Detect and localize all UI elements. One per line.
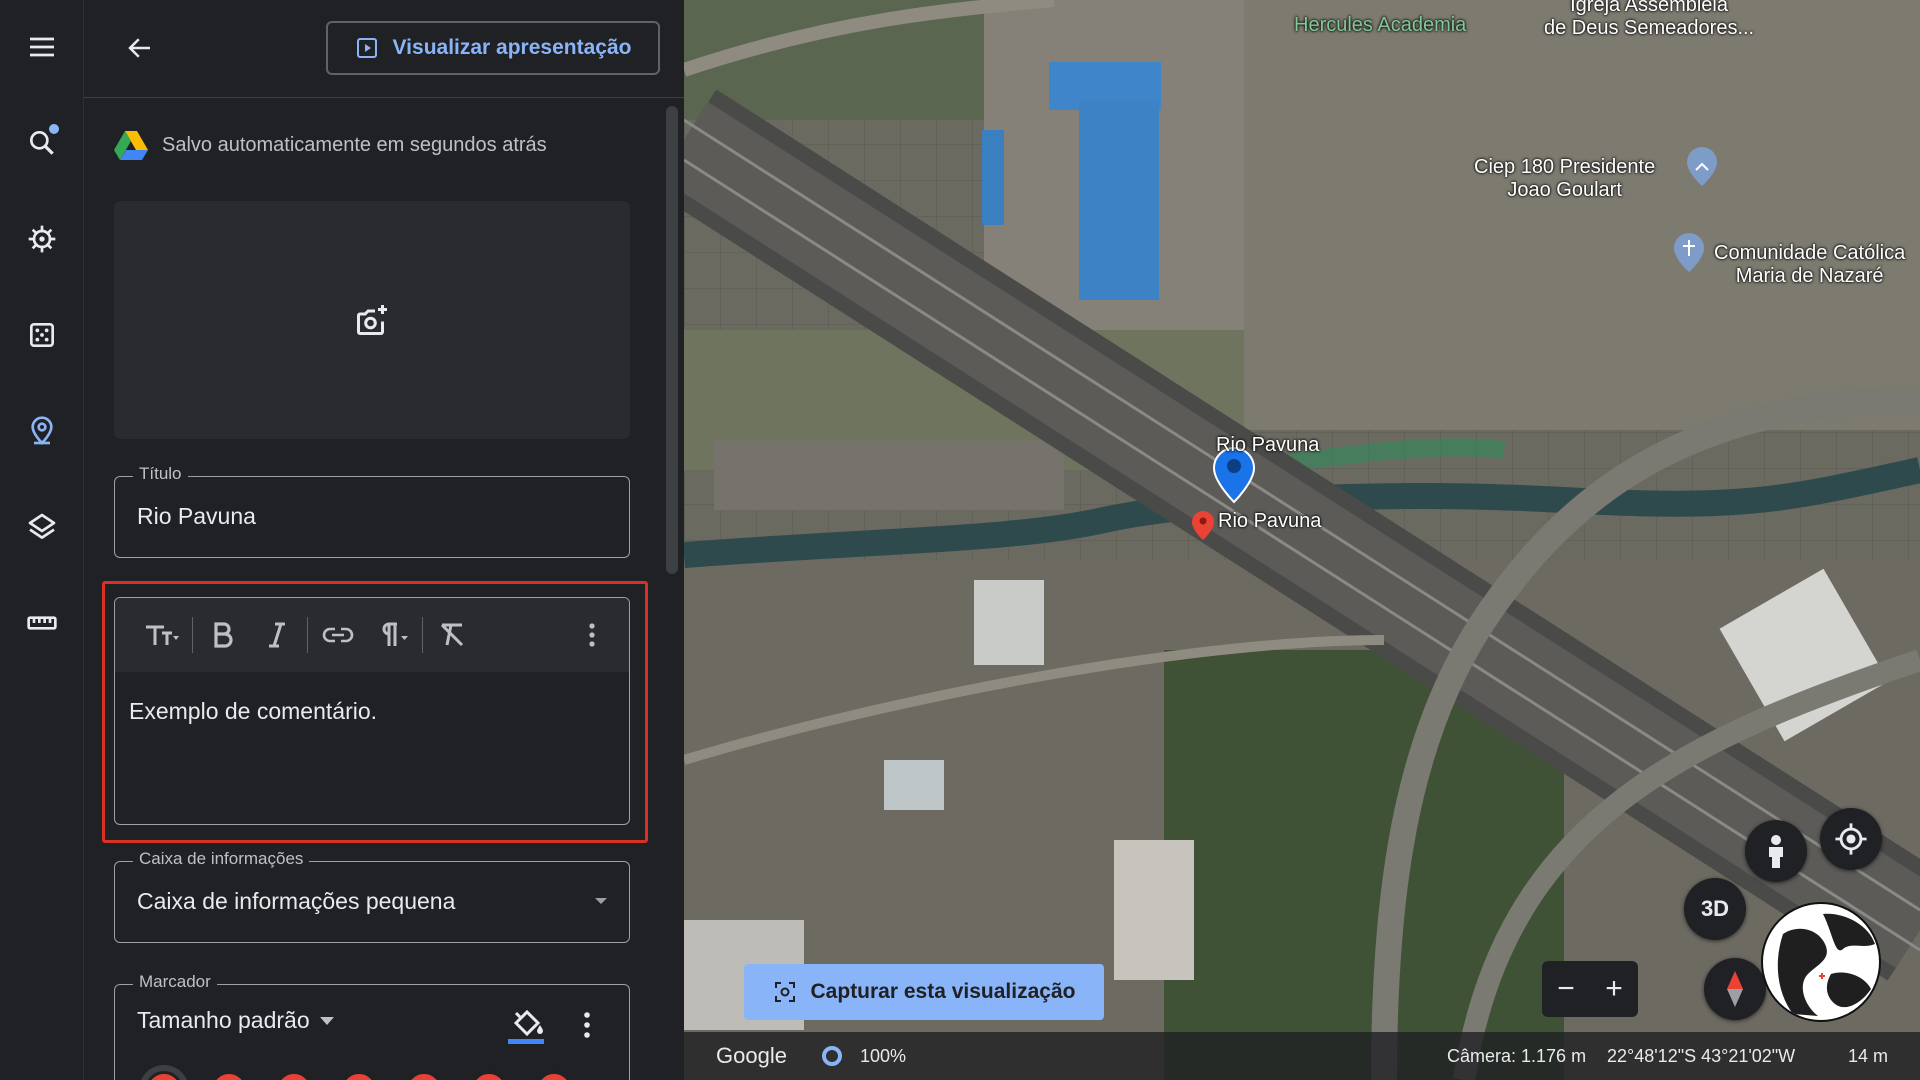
marker-swatch[interactable]	[470, 1071, 508, 1080]
google-drive-icon	[114, 131, 148, 160]
title-value: Rio Pavuna	[137, 503, 256, 529]
my-location-icon[interactable]	[1820, 808, 1882, 870]
marker-label: Marcador	[133, 972, 217, 992]
text-size-icon[interactable]	[135, 610, 189, 660]
camera-altitude: Câmera: 1.176 m	[1447, 1045, 1587, 1066]
map-label-igreja[interactable]: Igreja Assembleia de Deus Semeadores...	[1544, 0, 1754, 40]
map-status-bar: Google 100% Câmera: 1.176 m 22°48'12"S 4…	[684, 1032, 1920, 1080]
add-photo-icon	[357, 305, 387, 335]
menu-icon[interactable]	[17, 22, 67, 72]
bold-icon[interactable]	[196, 610, 250, 660]
present-button[interactable]: Visualizar apresentação	[326, 21, 660, 75]
notification-dot	[49, 124, 59, 134]
ruler-icon[interactable]	[17, 598, 67, 648]
infobox-label: Caixa de informações	[133, 849, 310, 869]
panel-header: Visualizar apresentação	[84, 0, 684, 98]
map-label-pin-blue[interactable]: Rio Pavuna	[1216, 434, 1319, 457]
toolbar-divider	[307, 617, 308, 653]
map-label-ciep[interactable]: Ciep 180 Presidente Joao Goulart	[1474, 156, 1655, 202]
paragraph-icon[interactable]	[365, 610, 419, 660]
zoom-control: − +	[1542, 961, 1638, 1017]
autosave-status: Salvo automaticamente em segundos atrás	[114, 130, 547, 160]
edit-panel: Visualizar apresentação Salvo automatica…	[84, 0, 684, 1080]
marker-size-select[interactable]: Tamanho padrão	[137, 1007, 334, 1034]
format-toolbar	[115, 598, 629, 672]
toolbar-divider	[422, 617, 423, 653]
more-vert-icon[interactable]	[565, 610, 619, 660]
scale-label: 14 m	[1848, 1045, 1889, 1066]
link-icon[interactable]	[311, 610, 365, 660]
panel-scrollbar[interactable]	[666, 106, 678, 574]
capture-icon	[774, 982, 795, 1002]
nav-rail	[0, 0, 84, 1080]
present-button-label: Visualizar apresentação	[392, 36, 632, 59]
title-label: Título	[133, 464, 188, 484]
dice-icon[interactable]	[17, 310, 67, 360]
load-percent: 100%	[860, 1045, 907, 1066]
comment-editor[interactable]: Exemplo de comentário.	[114, 597, 630, 825]
infobox-value: Caixa de informações pequena	[137, 888, 456, 914]
marker-swatch[interactable]	[275, 1071, 313, 1080]
caret-down-icon	[319, 1016, 334, 1025]
voyager-wheel-icon[interactable]	[17, 214, 67, 264]
projects-pin-icon[interactable]	[17, 406, 67, 456]
italic-icon[interactable]	[250, 610, 304, 660]
layers-icon[interactable]	[17, 502, 67, 552]
chevron-down-icon	[595, 898, 607, 904]
back-arrow-icon[interactable]	[118, 26, 162, 70]
compass-icon[interactable]	[1704, 958, 1766, 1020]
marker-swatches	[145, 1071, 573, 1080]
loading-ring-icon	[822, 1046, 842, 1066]
globe-icon[interactable]	[1761, 902, 1881, 1022]
comment-text[interactable]: Exemplo de comentário.	[129, 698, 377, 725]
search-icon[interactable]	[17, 118, 67, 168]
clear-format-icon[interactable]	[426, 610, 480, 660]
marker-swatch[interactable]	[535, 1071, 573, 1080]
marker-swatch[interactable]	[340, 1071, 378, 1080]
map-label-pin-red[interactable]: Rio Pavuna	[1218, 510, 1321, 533]
add-image-area[interactable]	[114, 201, 630, 439]
autosave-text: Salvo automaticamente em segundos atrás	[162, 133, 547, 156]
capture-label: Capturar esta visualização	[810, 980, 1076, 1003]
map-label-hercules[interactable]: Hercules Academia	[1294, 14, 1466, 37]
marker-swatch[interactable]	[405, 1071, 443, 1080]
zoom-out-icon[interactable]: −	[1546, 972, 1586, 1006]
toggle-3d-button[interactable]: 3D	[1684, 878, 1746, 940]
marker-swatch[interactable]	[210, 1071, 248, 1080]
zoom-in-icon[interactable]: +	[1594, 972, 1634, 1006]
capture-view-button[interactable]: Capturar esta visualização	[744, 964, 1104, 1020]
marker-size-value: Tamanho padrão	[137, 1007, 310, 1033]
coordinates: 22°48'12"S 43°21'02"W	[1607, 1045, 1796, 1066]
play-icon	[356, 38, 377, 58]
satellite-map[interactable]: Hercules Academia Igreja Assembleia de D…	[684, 0, 1920, 1080]
marker-section: Marcador Tamanho padrão	[114, 972, 630, 1080]
marker-more-icon[interactable]	[572, 1005, 602, 1045]
toolbar-divider	[192, 617, 193, 653]
paint-bucket-icon[interactable]	[508, 1005, 546, 1045]
title-field[interactable]: Título Rio Pavuna	[114, 464, 630, 558]
marker-swatch[interactable]	[145, 1071, 183, 1080]
map-label-comunidade[interactable]: Comunidade Católica Maria de Nazaré	[1714, 242, 1905, 288]
pegman-icon[interactable]	[1745, 820, 1807, 882]
google-brand: Google	[716, 1043, 787, 1068]
infobox-select[interactable]: Caixa de informações Caixa de informaçõe…	[114, 849, 630, 943]
